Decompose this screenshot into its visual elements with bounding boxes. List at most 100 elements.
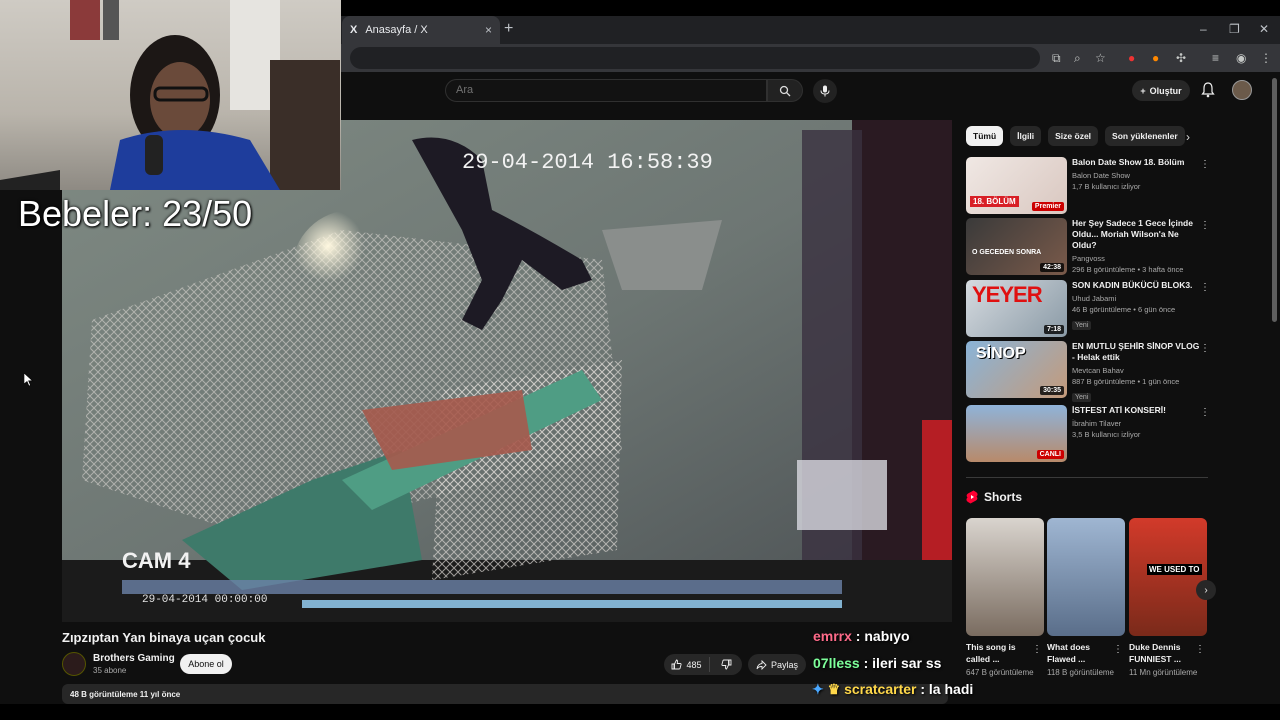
short-views: 11 Mn görüntüleme bbox=[1129, 668, 1198, 677]
more-options-icon[interactable]: ⋮ bbox=[1200, 343, 1210, 354]
recommendation-channel: Mevtcan Bahav bbox=[1072, 366, 1124, 375]
short-title: What does Flawed ... bbox=[1047, 642, 1090, 664]
chat-text: ileri sar ss bbox=[872, 655, 942, 671]
short-thumbnail[interactable]: WE USED TO bbox=[1129, 518, 1207, 636]
short-item[interactable]: This song is called ... 647 B görüntülem… bbox=[966, 518, 1044, 678]
live-badge: CANLI bbox=[1036, 450, 1064, 459]
recommendation-thumbnail[interactable]: SİNOP 30:35 bbox=[966, 341, 1067, 398]
create-button[interactable]: + Oluştur bbox=[1132, 80, 1190, 101]
chip-recent[interactable]: Son yüklenenler bbox=[1105, 126, 1185, 146]
counter-overlay-text: Bebeler: 23/50 bbox=[18, 193, 253, 234]
share-label: Paylaş bbox=[770, 659, 798, 670]
new-badge: Yeni bbox=[1072, 393, 1092, 402]
chat-text: la hadi bbox=[928, 681, 974, 697]
recommendation-item[interactable]: O GECEDEN SONRA 42:38 Her Şey Sadece 1 G… bbox=[966, 218, 1226, 276]
recommendation-meta: 3,5 B kullanıcı izliyor bbox=[1072, 430, 1141, 439]
recommendation-item[interactable]: 18. BÖLÜM Premier Balon Date Show 18. Bö… bbox=[966, 157, 1226, 215]
zoom-icon[interactable]: ⌕ bbox=[1074, 51, 1081, 66]
chat-text: nabıyo bbox=[864, 628, 910, 644]
like-button[interactable]: 485 bbox=[664, 657, 710, 672]
create-label: Oluştur bbox=[1149, 85, 1182, 96]
new-tab-icon[interactable]: + bbox=[504, 20, 513, 38]
recommendation-title: Balon Date Show 18. Bölüm bbox=[1072, 157, 1185, 167]
close-window-icon[interactable]: ✕ bbox=[1259, 22, 1269, 36]
recommendation-thumbnail[interactable]: O GECEDEN SONRA 42:38 bbox=[966, 218, 1067, 275]
more-options-icon[interactable]: ⋮ bbox=[1195, 644, 1205, 655]
notifications-bell-icon[interactable] bbox=[1201, 82, 1215, 98]
filter-chips: Tümü İlgili Size özel Son yüklenenler bbox=[966, 126, 1185, 146]
recommendation-thumbnail[interactable]: YEYER 7:18 bbox=[966, 280, 1067, 337]
shorts-title: Shorts bbox=[984, 490, 1023, 504]
thumbs-up-icon bbox=[672, 659, 683, 670]
install-icon[interactable]: ⧉ bbox=[1052, 51, 1061, 66]
page-scrollbar[interactable] bbox=[1272, 78, 1277, 322]
minimize-icon[interactable]: – bbox=[1200, 22, 1207, 36]
recommendation-channel: İbrahim Tilaver bbox=[1072, 419, 1122, 428]
bottom-black-strip bbox=[0, 704, 1280, 720]
more-options-icon[interactable]: ⋮ bbox=[1200, 407, 1210, 418]
streamer-camera-image bbox=[0, 0, 340, 190]
recommendation-item[interactable]: SİNOP 30:35 EN MUTLU ŞEHİR SİNOP VLOG - … bbox=[966, 341, 1226, 402]
media-control-icon[interactable]: ≡ bbox=[1212, 51, 1219, 65]
voice-search-button[interactable] bbox=[813, 79, 837, 103]
short-item[interactable]: What does Flawed ... 118 B görüntüleme ⋮ bbox=[1047, 518, 1125, 678]
tab-close-icon[interactable]: × bbox=[485, 23, 492, 37]
extension-red-icon[interactable]: ● bbox=[1128, 51, 1135, 65]
bookmark-star-icon[interactable]: ☆ bbox=[1095, 51, 1106, 65]
more-options-icon[interactable]: ⋮ bbox=[1200, 282, 1210, 293]
extension-orange-icon[interactable]: ● bbox=[1152, 51, 1159, 65]
chat-username: emrrx bbox=[813, 628, 852, 644]
recommendation-meta: 46 B görüntüleme • 6 gün önce bbox=[1072, 305, 1176, 314]
video-title: Zıpzıptan Yan binaya uçan çocuk bbox=[62, 630, 266, 645]
short-title: This song is called ... bbox=[966, 642, 1016, 664]
x-logo-icon: X bbox=[350, 24, 358, 36]
dislike-button[interactable] bbox=[710, 659, 742, 670]
short-item[interactable]: WE USED TO Duke Dennis FUNNIEST ... 11 M… bbox=[1129, 518, 1207, 678]
tab-title: Anasayfa / X bbox=[365, 24, 428, 36]
thumbs-down-icon bbox=[720, 659, 731, 670]
share-button[interactable]: Paylaş bbox=[748, 654, 806, 675]
subscribe-button[interactable]: Abone ol bbox=[180, 654, 232, 674]
recommendation-thumbnail[interactable]: CANLI bbox=[966, 405, 1067, 462]
more-options-icon[interactable]: ⋮ bbox=[1032, 644, 1042, 655]
account-avatar[interactable] bbox=[1232, 80, 1252, 100]
address-field[interactable] bbox=[350, 47, 1040, 69]
thumbnail-text: SİNOP bbox=[976, 345, 1026, 362]
screen: X Anasayfa / X × + – ❐ ✕ ⧉ ⌕ ☆ ● ● ✣ ≡ ◉… bbox=[0, 0, 1280, 720]
recommendation-title: SON KADIN BÜKÜCÜ BLOK3. bbox=[1072, 280, 1193, 290]
search-button[interactable] bbox=[767, 79, 803, 102]
short-thumbnail[interactable] bbox=[1047, 518, 1125, 636]
more-options-icon[interactable]: ⋮ bbox=[1113, 644, 1123, 655]
more-options-icon[interactable]: ⋮ bbox=[1200, 159, 1210, 170]
recommendation-item[interactable]: YEYER 7:18 SON KADIN BÜKÜCÜ BLOK3. Uhud … bbox=[966, 280, 1226, 338]
duration-badge: 42:38 bbox=[1040, 263, 1064, 272]
extensions-puzzle-icon[interactable]: ✣ bbox=[1176, 51, 1186, 65]
recommendation-item[interactable]: CANLI İSTFEST ATİ KONSERİ! İbrahim Tilav… bbox=[966, 405, 1226, 463]
browser-menu-icon[interactable]: ⋮ bbox=[1260, 51, 1272, 65]
shorts-next-button[interactable]: › bbox=[1196, 580, 1216, 600]
cctv-bottom-date: 29-04-2014 00:00:00 bbox=[142, 594, 267, 606]
chip-related[interactable]: İlgili bbox=[1010, 126, 1042, 146]
channel-avatar[interactable] bbox=[62, 652, 86, 676]
recommendation-channel: Balon Date Show bbox=[1072, 171, 1130, 180]
chip-for-you[interactable]: Size özel bbox=[1048, 126, 1099, 146]
restore-icon[interactable]: ❐ bbox=[1229, 22, 1240, 36]
chat-message: ✦ ♛ scratcarter : la hadi bbox=[812, 681, 974, 697]
thumbnail-text: 18. BÖLÜM bbox=[970, 196, 1019, 207]
subscriber-count: 35 abone bbox=[93, 666, 127, 675]
browser-tab[interactable]: X Anasayfa / X × bbox=[342, 16, 500, 44]
short-thumbnail[interactable] bbox=[966, 518, 1044, 636]
channel-name[interactable]: Brothers Gaming bbox=[93, 653, 175, 664]
search-input[interactable]: Ara bbox=[445, 79, 767, 102]
crown-badge-icon: ♛ bbox=[827, 681, 841, 697]
chat-username: scratcarter bbox=[844, 681, 917, 697]
profile-icon[interactable]: ◉ bbox=[1236, 51, 1246, 65]
plus-icon: + bbox=[1140, 85, 1146, 96]
thumbnail-text: YEYER bbox=[972, 282, 1043, 307]
recommendation-meta: 1,7 B kullanıcı izliyor bbox=[1072, 182, 1141, 191]
microphone-icon bbox=[820, 85, 830, 97]
chip-all[interactable]: Tümü bbox=[966, 126, 1004, 146]
more-options-icon[interactable]: ⋮ bbox=[1200, 220, 1210, 231]
recommendation-thumbnail[interactable]: 18. BÖLÜM Premier bbox=[966, 157, 1067, 214]
chips-next-icon[interactable]: › bbox=[1186, 130, 1190, 144]
